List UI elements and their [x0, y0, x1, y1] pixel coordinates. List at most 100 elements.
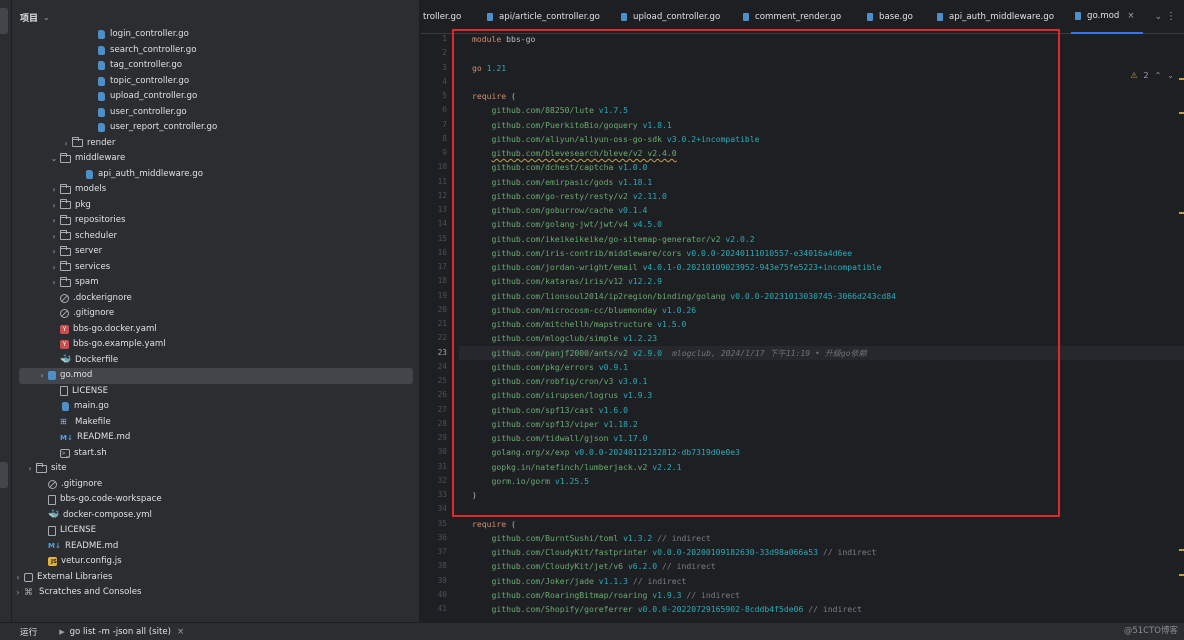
chevron-down-icon[interactable]: ⌄ — [1167, 71, 1174, 80]
tree-item[interactable]: › ⌘ Scratches and Consoles — [12, 585, 141, 601]
editor-tab[interactable]: base.go — [867, 0, 913, 34]
tree-item[interactable]: › scheduler — [12, 229, 117, 245]
tree-item[interactable]: >_ start.sh — [12, 446, 107, 462]
code-line[interactable]: github.com/spf13/cast v1.6.0 — [472, 403, 627, 417]
inspection-widget[interactable]: ⚠ 2 ⌃ ⌄ — [1130, 71, 1174, 80]
chevron-down-icon[interactable]: ⌄ — [48, 151, 60, 167]
chevron-right-icon[interactable]: › — [36, 368, 48, 384]
chevron-right-icon[interactable]: › — [12, 585, 24, 601]
code-line[interactable]: github.com/PuerkitoBio/goquery v1.8.1 — [472, 118, 671, 132]
close-icon[interactable]: × — [1127, 11, 1134, 21]
tree-item[interactable]: 🐳 Dockerfile — [12, 353, 118, 369]
chevron-down-icon[interactable]: ⌄ — [43, 13, 50, 22]
project-tool-button[interactable] — [0, 8, 8, 34]
more-options-icon[interactable]: ⋮ — [1166, 11, 1176, 22]
code-line[interactable]: github.com/dchest/captcha v1.0.0 — [472, 160, 647, 174]
code-line[interactable]: github.com/BurntSushi/toml v1.3.2 // ind… — [472, 531, 710, 545]
code-line[interactable]: require ( — [472, 89, 516, 103]
code-line[interactable]: github.com/microcosm-cc/bluemonday v1.0.… — [472, 303, 696, 317]
tree-item[interactable]: Ybbs-go.docker.yaml — [12, 322, 157, 338]
chevron-right-icon[interactable]: › — [48, 213, 60, 229]
code-line[interactable]: github.com/emirpasic/gods v1.18.1 — [472, 175, 652, 189]
tree-item[interactable]: ⊞ Makefile — [12, 415, 111, 431]
chevron-right-icon[interactable]: › — [24, 461, 36, 477]
code-line[interactable]: github.com/88250/lute v1.7.5 — [472, 103, 627, 117]
code-line[interactable]: github.com/pkg/errors v0.9.1 — [472, 360, 627, 374]
editor-tab[interactable]: go.mod × — [1071, 0, 1143, 34]
code-line[interactable]: github.com/CloudyKit/jet/v6 v6.2.0 // in… — [472, 559, 715, 573]
close-icon[interactable]: × — [177, 627, 184, 637]
tree-item[interactable]: main.go — [12, 399, 109, 415]
code-editor[interactable]: 1 2 3 4 5 6 7 8 9 10 11 12 13 14 15 16 17 18 19 20 21 22 23 24 2… — [421, 34, 1184, 622]
editor-scrollbar[interactable] — [1178, 34, 1184, 622]
tree-item[interactable]: › repositories — [12, 213, 126, 229]
chevron-right-icon[interactable]: › — [48, 260, 60, 276]
tree-item[interactable]: LICENSE — [12, 384, 108, 400]
editor-tab[interactable]: api/article_controller.go — [487, 0, 600, 34]
code-line[interactable]: ) — [472, 488, 477, 502]
tree-item[interactable]: › models — [12, 182, 106, 198]
chevron-right-icon[interactable]: › — [48, 182, 60, 198]
tree-item[interactable]: LICENSE — [12, 523, 96, 539]
code-line[interactable]: golang.org/x/exp v0.0.0-20240112132812-d… — [472, 445, 740, 459]
tree-item[interactable]: Ybbs-go.example.yaml — [12, 337, 166, 353]
code-line[interactable]: github.com/spf13/viper v1.18.2 — [472, 417, 637, 431]
tree-item[interactable]: › pkg — [12, 198, 91, 214]
tree-item[interactable]: M↓ README.md — [12, 430, 130, 446]
chevron-down-icon[interactable]: ⌄ — [1154, 12, 1162, 22]
code-line[interactable]: github.com/iris-contrib/middleware/cors … — [472, 246, 852, 260]
chevron-right-icon[interactable]: › — [48, 275, 60, 291]
tree-item[interactable]: › External Libraries — [12, 570, 113, 586]
code-line[interactable]: github.com/mlogclub/simple v1.2.23 — [472, 331, 657, 345]
tree-item[interactable]: .gitignore — [12, 306, 114, 322]
tree-item[interactable]: JS vetur.config.js — [12, 554, 122, 570]
code-line[interactable]: github.com/Joker/jade v1.1.3 // indirect — [472, 574, 686, 588]
code-line[interactable]: github.com/sirupsen/logrus v1.9.3 — [472, 388, 652, 402]
code-line[interactable]: module bbs-go — [472, 34, 535, 46]
chevron-right-icon[interactable]: › — [12, 570, 24, 586]
code-line[interactable]: github.com/aliyun/aliyun-oss-go-sdk v3.0… — [472, 132, 759, 146]
code-line[interactable]: github.com/robfig/cron/v3 v3.0.1 — [472, 374, 647, 388]
tree-item[interactable]: user_report_controller.go — [12, 120, 217, 136]
code-line[interactable]: github.com/Shopify/goreferrer v0.0.0-202… — [472, 602, 861, 616]
run-tab[interactable]: ▶ go list -m -json all (site) × — [59, 627, 184, 637]
code-line[interactable]: github.com/panjf2000/ants/v2 v2.9.0 mlogc… — [472, 346, 866, 360]
editor-tab[interactable]: upload_controller.go — [621, 0, 720, 34]
code-line[interactable]: github.com/lionsoul2014/ip2region/bindin… — [472, 289, 895, 303]
tree-item[interactable]: › site — [12, 461, 67, 477]
tree-item[interactable]: .dockerignore — [12, 291, 132, 307]
code-line[interactable]: github.com/golang-jwt/jwt/v4 v4.5.0 — [472, 217, 662, 231]
tree-item[interactable]: .gitignore — [12, 477, 102, 493]
code-line[interactable]: github.com/goburrow/cache v0.1.4 — [472, 203, 647, 217]
tree-item[interactable]: 🐳 docker-compose.yml — [12, 508, 152, 524]
run-label[interactable]: 运行 — [20, 626, 37, 638]
tree-item[interactable]: topic_controller.go — [12, 74, 189, 90]
tree-item[interactable]: ⌄ middleware — [12, 151, 125, 167]
tree-item[interactable]: › go.mod — [19, 368, 413, 384]
code-line[interactable]: github.com/RoaringBitmap/roaring v1.9.3 … — [472, 588, 740, 602]
code-line[interactable]: require ( — [472, 517, 516, 531]
chevron-right-icon[interactable]: › — [48, 229, 60, 245]
tree-item[interactable]: bbs-go.code-workspace — [12, 492, 162, 508]
chevron-right-icon[interactable]: › — [48, 198, 60, 214]
code-line[interactable]: gorm.io/gorm v1.25.5 — [472, 474, 588, 488]
tree-item[interactable]: M↓ README.md — [12, 539, 118, 555]
editor-tab[interactable]: comment_render.go — [743, 0, 841, 34]
chevron-right-icon[interactable]: › — [60, 136, 72, 152]
editor-tab[interactable]: troller.go — [423, 0, 461, 34]
code-line[interactable]: github.com/kataras/iris/v12 v12.2.9 — [472, 274, 662, 288]
tree-item[interactable]: upload_controller.go — [12, 89, 197, 105]
tree-item[interactable]: search_controller.go — [12, 43, 197, 59]
code-line[interactable]: go 1.21 — [472, 61, 506, 75]
tree-item[interactable]: › server — [12, 244, 102, 260]
tree-item[interactable]: › render — [12, 136, 115, 152]
editor-tab[interactable]: api_auth_middleware.go — [937, 0, 1054, 34]
code-line[interactable]: github.com/ikeikeikeike/go-sitemap-gener… — [472, 232, 754, 246]
code-line[interactable]: github.com/mitchellh/mapstructure v1.5.0 — [472, 317, 686, 331]
tree-item[interactable]: tag_controller.go — [12, 58, 182, 74]
run-tool-button[interactable] — [0, 462, 8, 488]
code-line[interactable]: gopkg.in/natefinch/lumberjack.v2 v2.2.1 — [472, 460, 681, 474]
chevron-up-icon[interactable]: ⌃ — [1155, 71, 1162, 80]
code-line[interactable]: github.com/jordan-wright/email v4.0.1-0.… — [472, 260, 881, 274]
code-line[interactable]: github.com/CloudyKit/fastprinter v0.0.0-… — [472, 545, 876, 559]
